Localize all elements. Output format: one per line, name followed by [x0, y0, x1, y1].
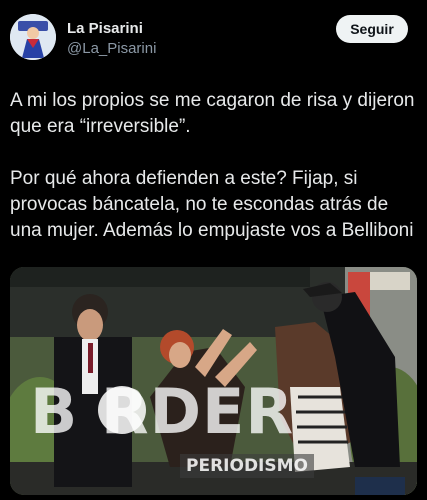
video-watermark-sub: PERIODISMO — [180, 454, 314, 478]
video-watermark: B RDER — [30, 375, 295, 448]
user-handle[interactable]: @La_Pisarini — [67, 40, 156, 57]
display-name[interactable]: La Pisarini — [67, 20, 143, 37]
tweet-header: La Pisarini @La_Pisarini Seguir — [0, 0, 427, 72]
tweet-video-thumbnail[interactable]: B RDER PERIODISMO — [10, 267, 417, 495]
tweet-paragraph: Por qué ahora defienden a este? Fijap, s… — [10, 168, 414, 241]
tweet-paragraph: A mi los propios se me cagaron de risa y… — [10, 90, 415, 137]
tweet-text: A mi los propios se me cagaron de risa y… — [10, 88, 418, 270]
follow-button[interactable]: Seguir — [336, 15, 408, 43]
avatar[interactable] — [10, 14, 56, 60]
